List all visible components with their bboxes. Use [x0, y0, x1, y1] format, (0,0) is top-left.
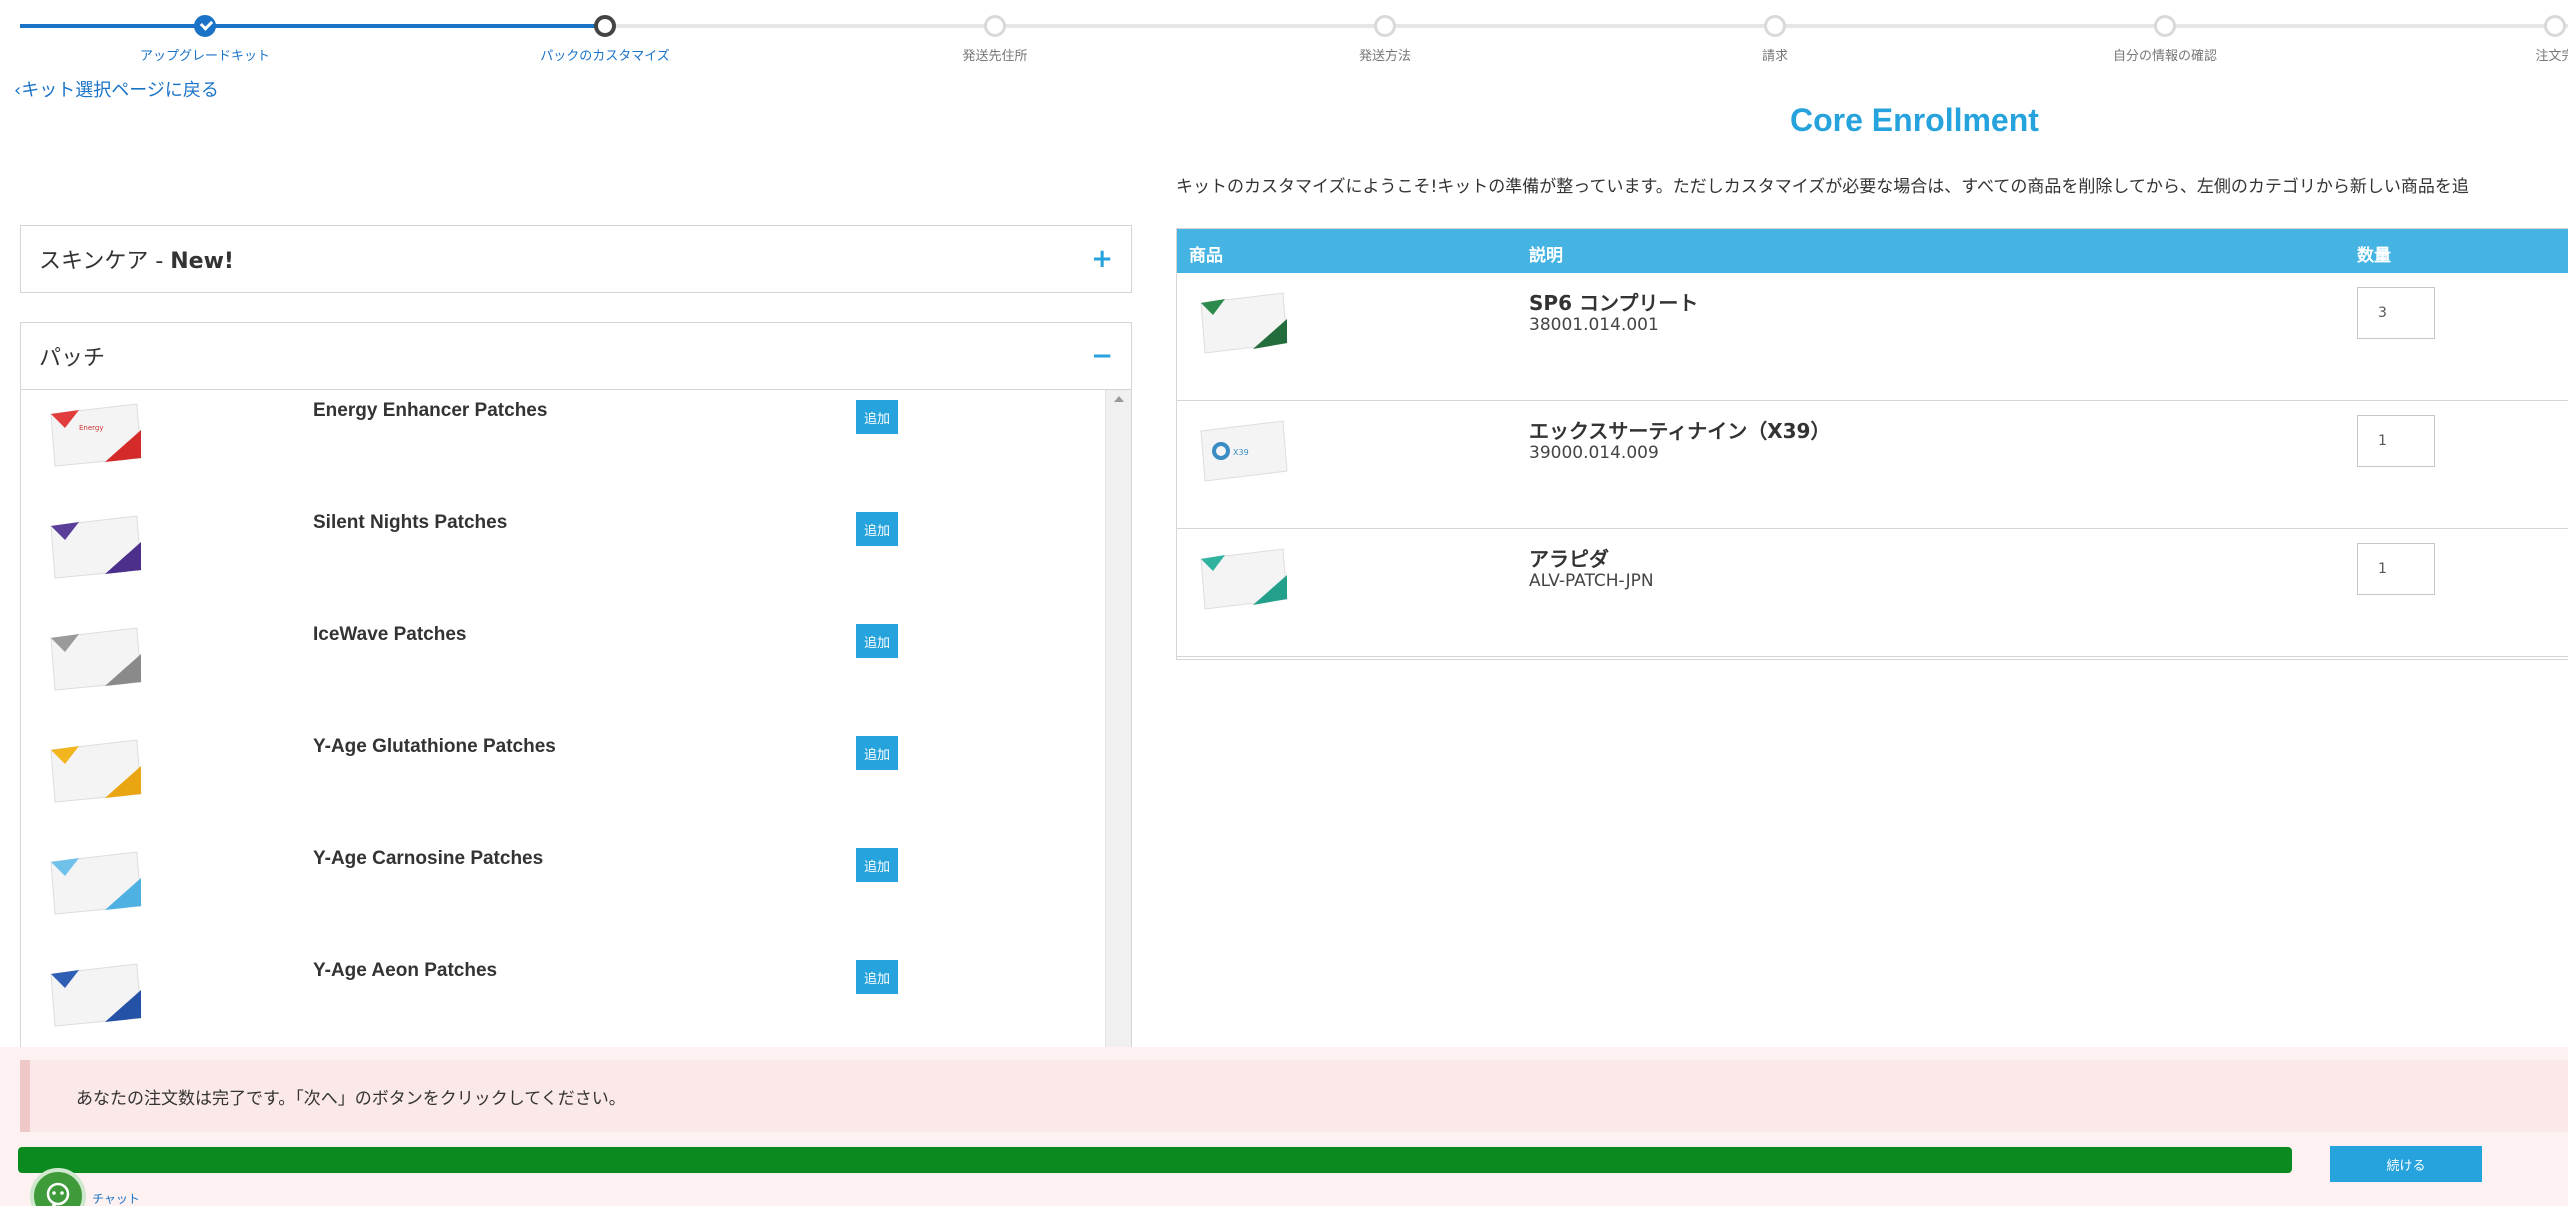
- collapse-icon[interactable]: −: [1091, 341, 1113, 371]
- pending-step-icon: [2154, 15, 2176, 37]
- energy-enhancer-thumbnail: Energy: [50, 403, 142, 467]
- product-name: Energy Enhancer Patches: [313, 400, 548, 421]
- pending-step-icon: [1764, 15, 1786, 37]
- header-product: 商品: [1189, 246, 1223, 266]
- step-label: 注文完: [2535, 49, 2568, 64]
- step-label: パックのカスタマイズ: [540, 49, 670, 64]
- pending-step-icon: [2544, 15, 2566, 37]
- category-skincare[interactable]: スキンケア - New! +: [20, 225, 1132, 293]
- glutathione-thumbnail: [50, 739, 142, 803]
- add-product-button[interactable]: 追加: [856, 848, 898, 882]
- cart-item-name: エックスサーティナイン（X39）: [1529, 419, 1831, 443]
- header-quantity: 数量: [2357, 246, 2391, 266]
- progress-fill: [18, 1147, 2292, 1173]
- x39-thumbnail: X39: [1200, 420, 1288, 482]
- category-label: パッチ: [39, 346, 106, 371]
- add-product-button[interactable]: 追加: [856, 400, 898, 434]
- add-product-button[interactable]: 追加: [856, 960, 898, 994]
- silent-nights-thumbnail: [50, 515, 142, 579]
- carnosine-thumbnail: [50, 851, 142, 915]
- order-complete-notice: あなたの注文数は完了です。「次へ」のボタンをクリックしてください。: [20, 1060, 2568, 1132]
- svg-text:Energy: Energy: [79, 424, 104, 432]
- header-description: 説明: [1529, 246, 1563, 266]
- svg-text:X39: X39: [1233, 448, 1249, 457]
- add-product-button[interactable]: 追加: [856, 736, 898, 770]
- notice-text: あなたの注文数は完了です。「次へ」のボタンをクリックしてください。: [76, 1088, 626, 1109]
- new-badge: New!: [170, 249, 234, 274]
- product-row: Y-Age Aeon Patches 追加: [21, 950, 1101, 1047]
- step-shipping-method: 発送方法: [1255, 0, 1515, 64]
- chat-icon: [46, 1182, 70, 1206]
- cart-item-sku: ALV-PATCH-JPN: [1529, 571, 1654, 591]
- product-row: Y-Age Glutathione Patches 追加: [21, 726, 1101, 838]
- product-row: Silent Nights Patches 追加: [21, 502, 1101, 614]
- table-row: SP6 コンプリート 38001.014.001: [1177, 273, 2568, 401]
- category-patches[interactable]: パッチ −: [20, 322, 1132, 390]
- add-product-button[interactable]: 追加: [856, 624, 898, 658]
- product-name: Y-Age Carnosine Patches: [313, 848, 544, 869]
- product-row: Y-Age Carnosine Patches 追加: [21, 838, 1101, 950]
- page-title: Core Enrollment: [1790, 102, 2039, 138]
- step-billing: 請求: [1645, 0, 1905, 64]
- product-name: Silent Nights Patches: [313, 512, 508, 533]
- step-label: 自分の情報の確認: [2112, 49, 2217, 64]
- quantity-input[interactable]: [2357, 287, 2435, 339]
- icewave-thumbnail: [50, 627, 142, 691]
- product-name: Y-Age Glutathione Patches: [313, 736, 556, 757]
- product-row: IceWave Patches 追加: [21, 614, 1101, 726]
- alavida-thumbnail: [1200, 548, 1288, 610]
- pending-step-icon: [984, 15, 1006, 37]
- cart-item-name: アラピダ: [1529, 547, 1609, 571]
- current-step-icon: [594, 15, 616, 37]
- product-name: IceWave Patches: [313, 624, 467, 645]
- product-name: Y-Age Aeon Patches: [313, 960, 498, 981]
- intro-text: キットのカスタマイズにようこそ!キットの準備が整っています。ただしカスタマイズが…: [1176, 177, 2469, 197]
- quantity-input[interactable]: [2357, 415, 2435, 467]
- patch-product-list: Energy Energy Enhancer Patches 追加 Silent…: [20, 390, 1132, 1047]
- step-shipping-address: 発送先住所: [865, 0, 1125, 64]
- cart-item-name: SP6 コンプリート: [1529, 291, 1699, 315]
- aeon-thumbnail: [50, 963, 142, 1027]
- table-row: アラピダ ALV-PATCH-JPN: [1177, 529, 2568, 657]
- cart-item-sku: 38001.014.001: [1529, 315, 1659, 335]
- continue-button[interactable]: 続ける: [2330, 1146, 2482, 1182]
- step-pack-customize[interactable]: パックのカスタマイズ: [475, 0, 735, 64]
- step-label: 発送方法: [1358, 49, 1411, 64]
- back-to-kit-selection-link[interactable]: ‹キット選択ページに戻る: [14, 76, 219, 102]
- table-row: X39 エックスサーティナイン（X39） 39000.014.009: [1177, 401, 2568, 529]
- product-row: Energy Energy Enhancer Patches 追加: [21, 390, 1101, 502]
- category-title: スキンケア - New!: [39, 243, 234, 275]
- step-label: アップグレードキット: [139, 49, 270, 64]
- cart-item-sku: 39000.014.009: [1529, 443, 1659, 463]
- order-progress-bar: [18, 1147, 2292, 1173]
- quantity-input[interactable]: [2357, 543, 2435, 595]
- kit-contents-table: 商品 説明 数量 SP6 コンプリート 38001.014.001 X39 エッ…: [1176, 228, 2568, 660]
- progress-stepper: アップグレードキット パックのカスタマイズ 発送先住所 発送方法 請求 自分の情…: [0, 0, 2568, 70]
- add-product-button[interactable]: 追加: [856, 512, 898, 546]
- step-confirm-info: 自分の情報の確認: [2035, 0, 2295, 64]
- pending-step-icon: [1374, 15, 1396, 37]
- page: アップグレードキット パックのカスタマイズ 発送先住所 発送方法 請求 自分の情…: [0, 0, 2568, 1206]
- sp6-thumbnail: [1200, 292, 1288, 354]
- step-upgrade-kit[interactable]: アップグレードキット: [75, 0, 335, 64]
- step-label: 請求: [1761, 49, 1788, 64]
- step-label: 発送先住所: [962, 49, 1028, 64]
- check-icon: [194, 15, 216, 37]
- chat-label[interactable]: チャット: [92, 1190, 140, 1206]
- step-order-complete: 注文完: [2425, 0, 2568, 64]
- expand-icon[interactable]: +: [1091, 244, 1113, 274]
- product-list-scrollbar[interactable]: [1105, 390, 1131, 1047]
- scroll-up-icon[interactable]: [1114, 396, 1124, 402]
- table-header: 商品 説明 数量: [1177, 229, 2568, 273]
- category-label: スキンケア -: [39, 249, 171, 274]
